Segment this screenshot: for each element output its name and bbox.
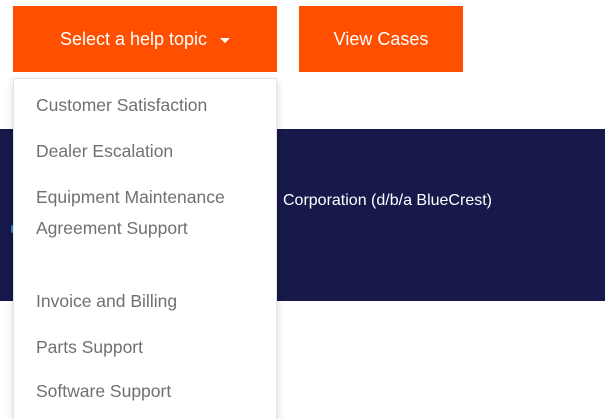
- menu-item-equipment-maintenance[interactable]: Equipment Maintenance Agreement Support: [36, 182, 266, 244]
- view-cases-button[interactable]: View Cases: [299, 6, 463, 72]
- help-topic-menu: Customer Satisfaction Dealer Escalation …: [13, 78, 277, 419]
- menu-item-invoice-billing[interactable]: Invoice and Billing: [36, 286, 266, 317]
- menu-item-parts-support[interactable]: Parts Support: [36, 332, 266, 363]
- menu-item-software-support[interactable]: Software Support: [36, 376, 266, 407]
- menu-item-dealer-escalation[interactable]: Dealer Escalation: [36, 136, 266, 167]
- view-cases-label: View Cases: [333, 28, 429, 49]
- caret-down-icon: [220, 37, 231, 43]
- help-topic-dropdown-button[interactable]: Select a help topic: [13, 6, 277, 72]
- page: Corporation (d/b/a BlueCrest) Select a h…: [0, 0, 605, 419]
- menu-item-customer-satisfaction[interactable]: Customer Satisfaction: [36, 90, 266, 121]
- help-topic-button-label: Select a help topic: [59, 28, 208, 49]
- banner-company-text: Corporation (d/b/a BlueCrest): [283, 192, 492, 209]
